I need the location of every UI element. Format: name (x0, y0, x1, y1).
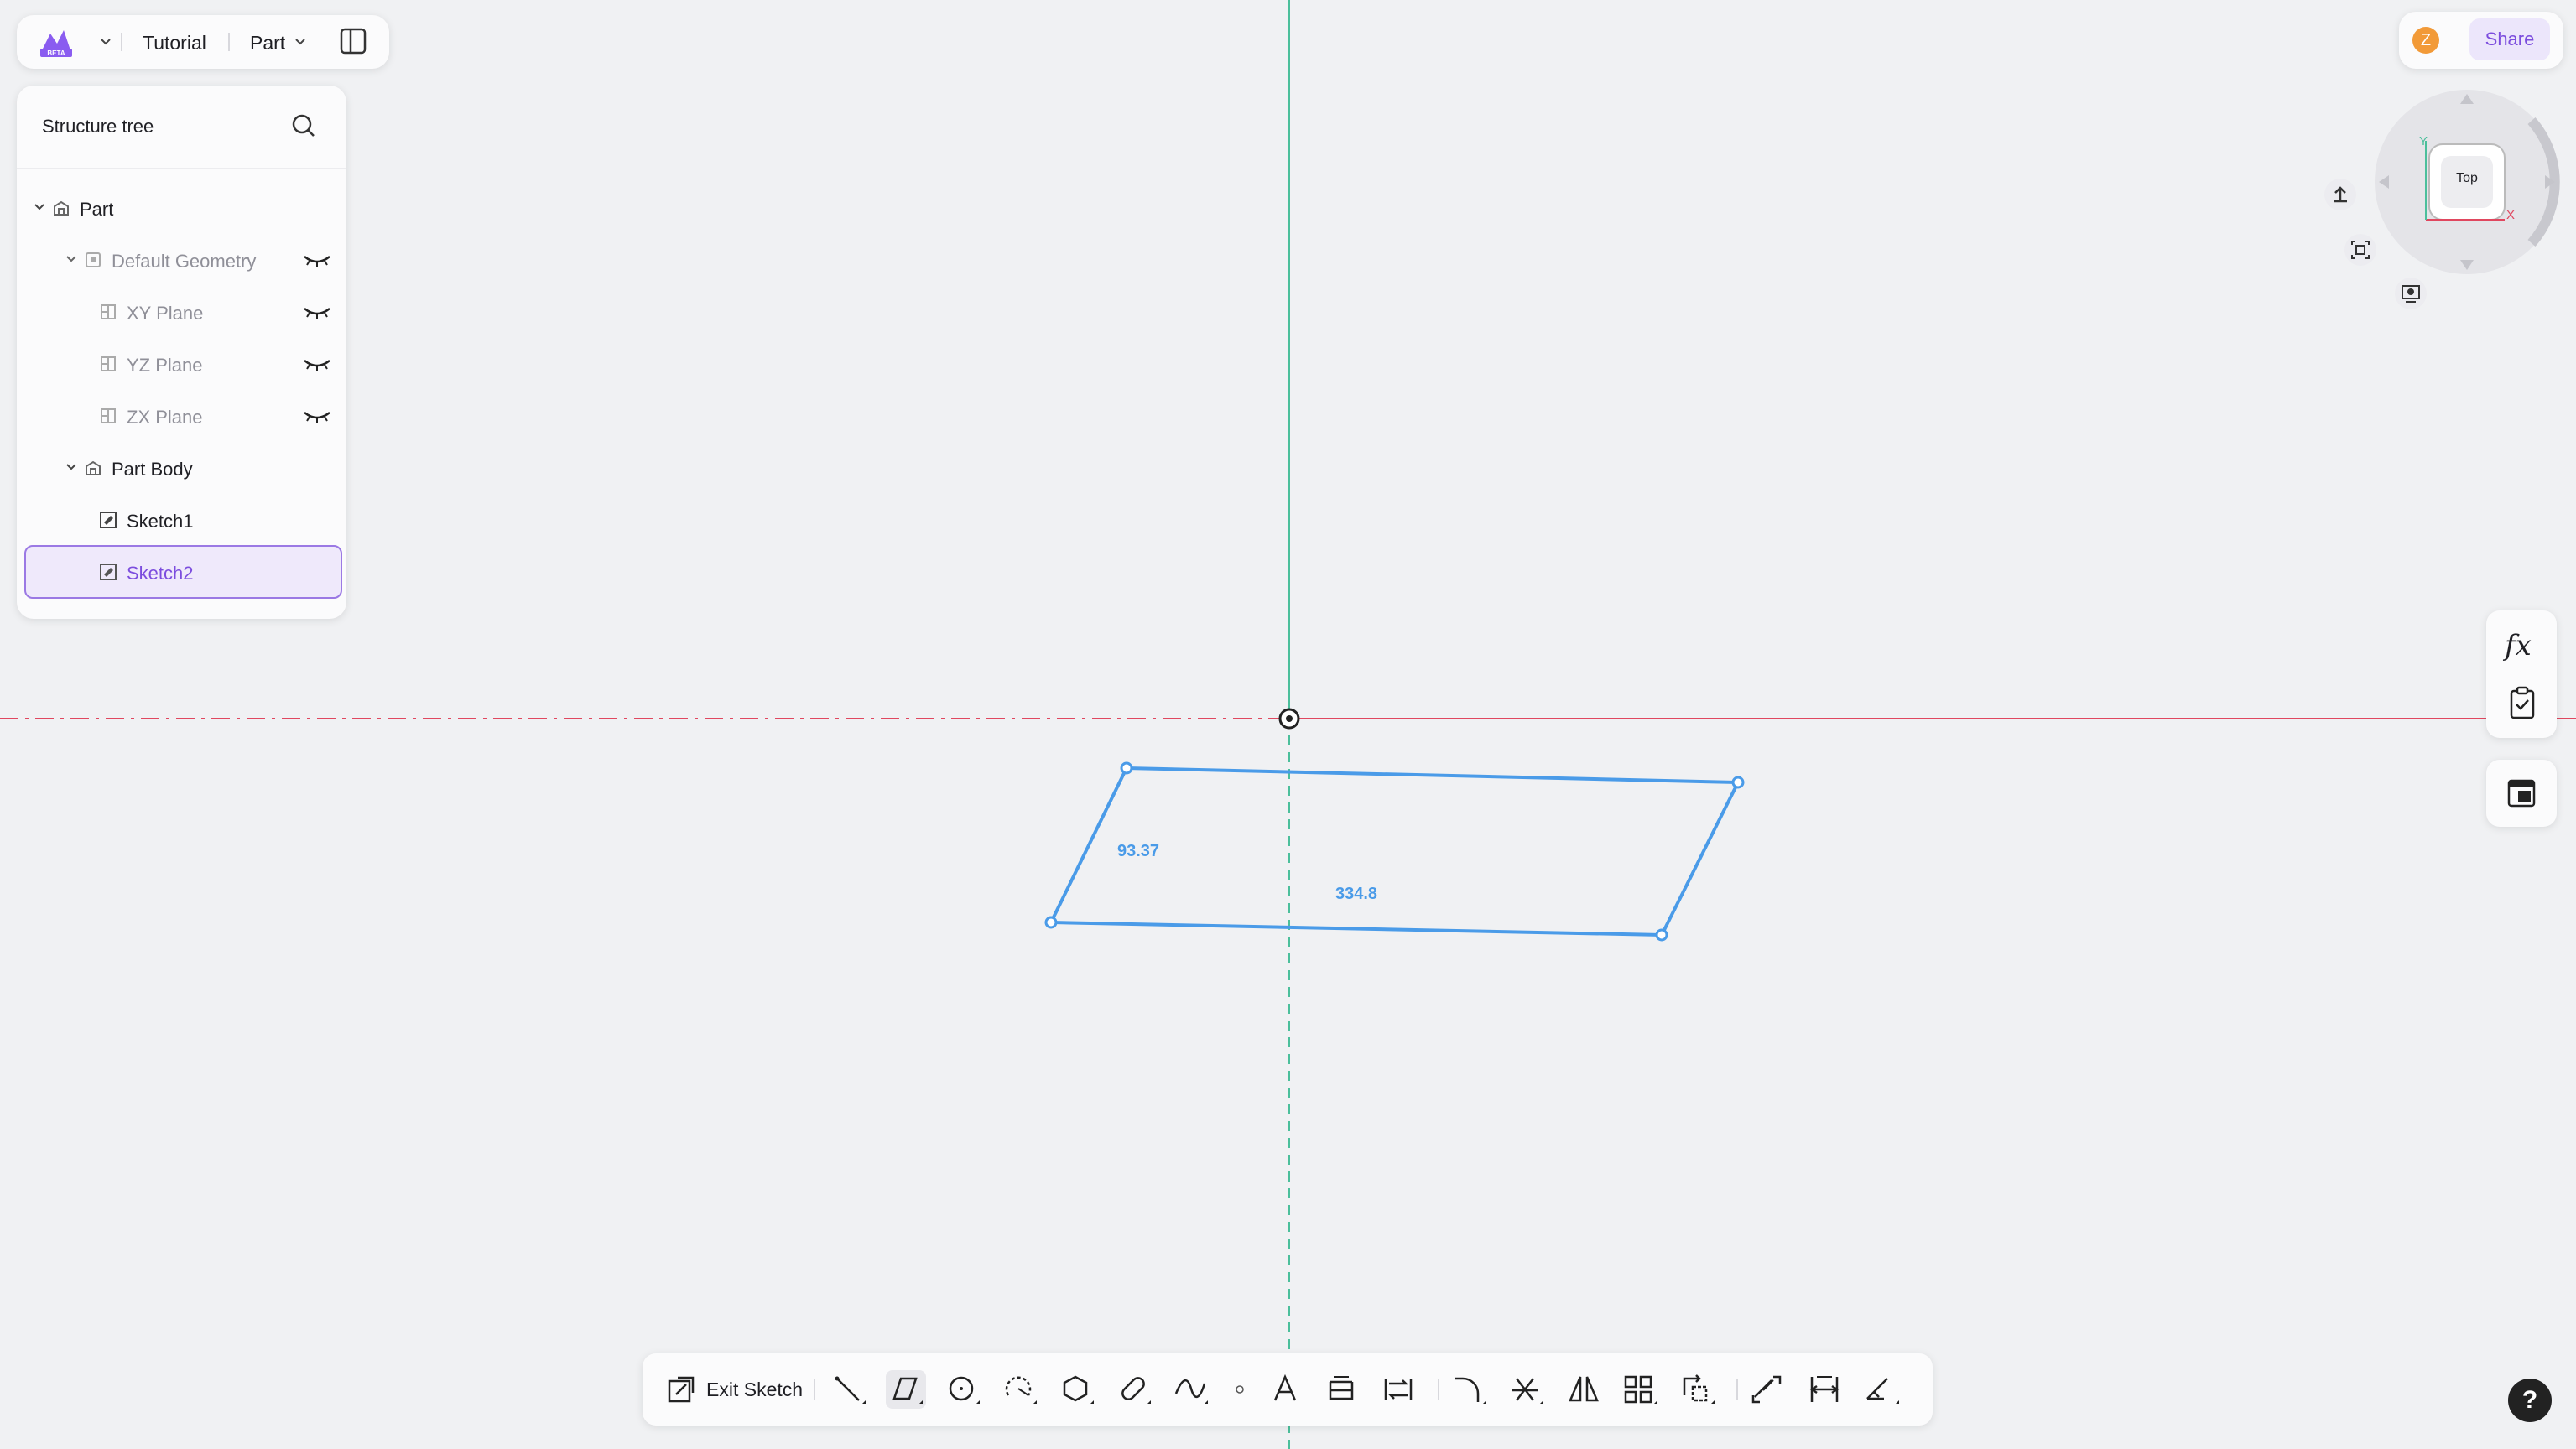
share-button[interactable]: Share (2469, 18, 2550, 60)
dimension-label[interactable]: 334.8 (1335, 885, 1377, 904)
viewcube-face-label[interactable]: Top (2449, 171, 2485, 186)
divider (1736, 1379, 1738, 1400)
eye-closed-icon[interactable] (303, 357, 331, 371)
plane-icon (98, 302, 118, 322)
tree-item-part-body[interactable]: Part Body (24, 443, 339, 493)
project-name[interactable]: Tutorial (143, 32, 206, 55)
axis-x-label: X (2506, 208, 2516, 222)
plane-icon (98, 406, 118, 426)
fillet-tool[interactable] (1449, 1370, 1490, 1409)
tree-item-label: Sketch2 (127, 563, 194, 584)
line-tool[interactable] (829, 1370, 869, 1409)
table-icon[interactable] (2506, 778, 2537, 808)
structure-tree-panel: Structure tree Part Default Geometry XY … (17, 86, 346, 619)
body-icon (83, 458, 103, 478)
trim-tool[interactable] (1507, 1370, 1547, 1409)
tree-item-label: Default Geometry (112, 251, 257, 272)
view-cube[interactable]: Top X Y (2372, 87, 2562, 277)
polygon-tool[interactable] (1057, 1370, 1097, 1409)
display-mode-icon[interactable] (2394, 277, 2428, 310)
help-button[interactable]: ? (2508, 1379, 2552, 1422)
mode-selector[interactable]: Part (250, 32, 285, 55)
tree-item-label: Part Body (112, 459, 193, 480)
tree-item-default-geometry[interactable]: Default Geometry (24, 235, 339, 285)
slot-tool[interactable] (1114, 1370, 1154, 1409)
chevron-down-icon[interactable] (33, 200, 46, 214)
exit-sketch-label: Exit Sketch (706, 1378, 804, 1400)
divider (1438, 1379, 1439, 1400)
project-tool[interactable] (1322, 1370, 1362, 1409)
tree-item-sketch1[interactable]: Sketch1 (24, 495, 339, 545)
tree-item-label: ZX Plane (127, 407, 203, 428)
constraint-tool[interactable] (1862, 1370, 1902, 1409)
svg-text:BETA: BETA (47, 49, 65, 57)
spline-tool[interactable] (1171, 1370, 1211, 1409)
divider (17, 168, 346, 169)
divider (228, 33, 230, 51)
dimension-tool[interactable] (1805, 1370, 1845, 1409)
tree-item-label: XY Plane (127, 303, 204, 324)
panel-title: Structure tree (42, 116, 154, 137)
sketch-toolbar: Exit Sketch (643, 1353, 1933, 1426)
home-view-icon[interactable] (2324, 178, 2357, 211)
eye-closed-icon[interactable] (303, 305, 331, 319)
share-bar: Z Share (2399, 12, 2563, 69)
tree-item-xy-plane[interactable]: XY Plane (24, 287, 339, 337)
parallelogram-tool[interactable] (886, 1370, 926, 1409)
tree-item-label: YZ Plane (127, 355, 203, 376)
tree-item-zx-plane[interactable]: ZX Plane (24, 391, 339, 441)
divider (121, 33, 122, 51)
origin-point[interactable] (1278, 708, 1300, 730)
plane-icon (98, 354, 118, 374)
part-icon (51, 198, 71, 218)
tree-item-yz-plane[interactable]: YZ Plane (24, 339, 339, 389)
dimension-label[interactable]: 93.37 (1117, 842, 1159, 861)
eye-closed-icon[interactable] (303, 409, 331, 423)
fit-view-icon[interactable] (2344, 233, 2377, 267)
app-logo-icon[interactable]: BETA (39, 25, 75, 59)
tree-item-sketch2[interactable]: Sketch2 (24, 545, 342, 599)
top-bar: BETA Tutorial Part (17, 15, 389, 69)
geometry-icon (83, 250, 103, 270)
sketch-icon (98, 510, 118, 530)
right-tool-panel: fx (2486, 610, 2557, 738)
transform-tool[interactable] (1678, 1370, 1718, 1409)
eye-closed-icon[interactable] (303, 253, 331, 267)
tree-item-label: Part (80, 199, 114, 220)
axis-y-label: Y (2419, 134, 2428, 148)
right-tool-panel-2 (2486, 760, 2557, 827)
convert-tool[interactable] (1379, 1370, 1419, 1409)
chevron-down-icon[interactable] (294, 35, 307, 49)
toggle-panel-button[interactable] (339, 27, 367, 55)
arc-tool[interactable] (1000, 1370, 1040, 1409)
pattern-tool[interactable] (1621, 1370, 1661, 1409)
avatar[interactable]: Z (2412, 27, 2439, 54)
mirror-tool[interactable] (1564, 1370, 1604, 1409)
circle-tool[interactable] (943, 1370, 983, 1409)
chevron-down-icon[interactable] (65, 460, 78, 474)
search-icon[interactable] (290, 112, 317, 139)
chevron-down-icon[interactable] (65, 252, 78, 266)
formula-button[interactable]: fx (2505, 629, 2532, 662)
divider (814, 1379, 815, 1400)
exit-sketch-button[interactable]: Exit Sketch (666, 1370, 803, 1409)
tree-item-part[interactable]: Part (24, 183, 339, 233)
checklist-icon[interactable] (2508, 686, 2537, 719)
text-tool[interactable] (1265, 1370, 1305, 1409)
point-tool[interactable] (1225, 1370, 1255, 1409)
sketch-canvas[interactable] (0, 0, 2576, 1449)
tree-item-label: Sketch1 (127, 511, 194, 532)
offset-tool[interactable] (1748, 1370, 1788, 1409)
chevron-down-icon[interactable] (99, 35, 112, 49)
sketch-icon (98, 562, 118, 582)
